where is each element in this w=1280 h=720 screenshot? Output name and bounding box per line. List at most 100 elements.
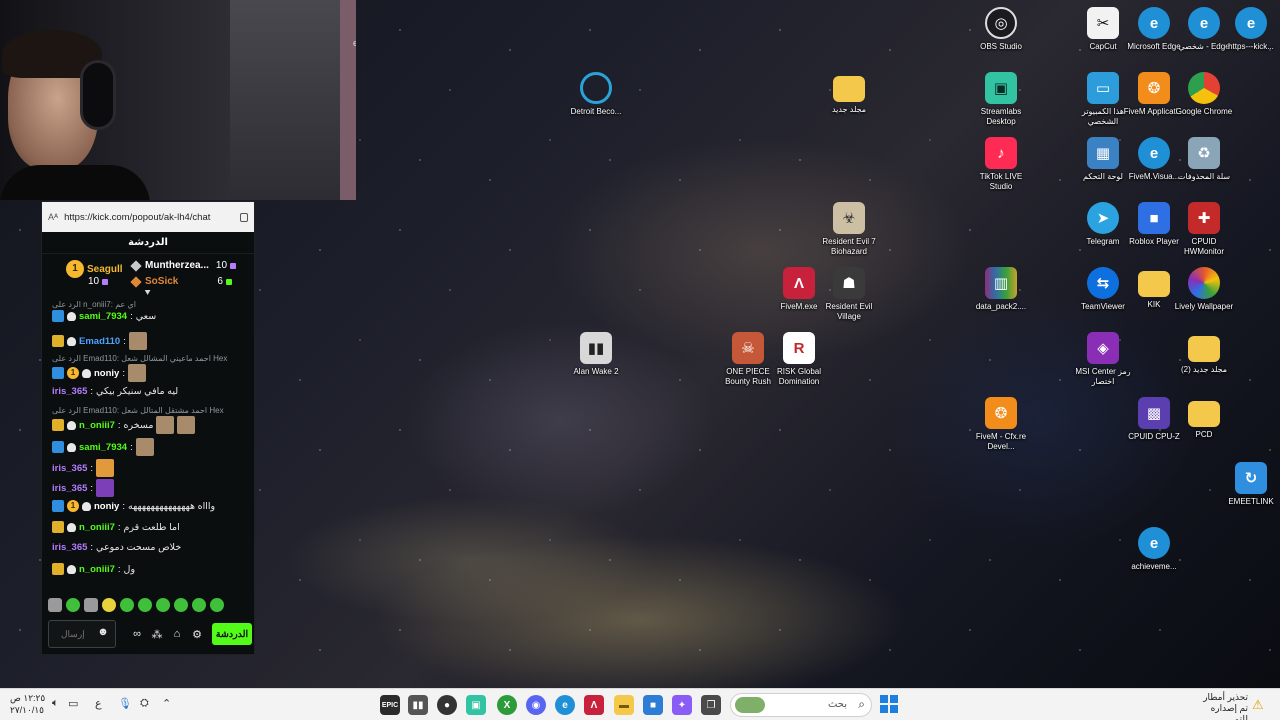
chat-message[interactable]: Emad110: xyxy=(52,332,248,350)
chat-message[interactable]: sami_7934: xyxy=(52,438,248,456)
reader-mode-icon[interactable]: Aᴬ xyxy=(48,212,58,222)
desktop-icon-new-folder[interactable]: مجلد جديد xyxy=(816,72,882,115)
task-view-icon[interactable]: ❐ xyxy=(701,695,721,715)
emote-button[interactable] xyxy=(66,598,80,612)
chat-message[interactable]: sami_7934: سعي xyxy=(52,310,248,322)
desktop-icon-emeetlink[interactable]: ↻ EMEETLINK xyxy=(1221,462,1280,507)
desktop-icon-hwmonitor[interactable]: ✚ CPUID HWMonitor xyxy=(1171,202,1237,257)
store-icon[interactable]: ⌂ xyxy=(170,628,184,640)
weather-title: تحذير أمطار xyxy=(1203,692,1248,702)
emote-button[interactable] xyxy=(120,598,134,612)
emote-button[interactable] xyxy=(48,598,62,612)
desktop-icon-alan-wake[interactable]: ▮▮ Alan Wake 2 xyxy=(563,332,629,377)
emote-button[interactable] xyxy=(138,598,152,612)
discord-icon[interactable]: ◉ xyxy=(526,695,546,715)
app-tray-icon[interactable]: ⛭ xyxy=(140,697,149,710)
taskbar: ١٢:٢٥ ص ٢٧/١٠/١٥ 🔈︎ ▭ ع 🎙︎ ⛭ ⌃ EPIC ▮▮ ●… xyxy=(0,688,1280,720)
lock-icon[interactable] xyxy=(240,212,248,222)
desktop-icon-data-pack[interactable]: ▥ data_pack2.... xyxy=(968,267,1034,312)
warning-icon[interactable]: ⚠ xyxy=(1252,697,1264,713)
chat-username[interactable]: Emad110 xyxy=(79,336,120,347)
alanwake-icon: ▮▮ xyxy=(580,332,612,364)
desktop-icon-tiktok[interactable]: ♪ TikTok LIVE Studio xyxy=(968,137,1034,192)
skull-badge-icon xyxy=(67,311,76,321)
microphone-icon[interactable]: 🎙︎ xyxy=(118,697,132,710)
chat-username[interactable]: iris_365 xyxy=(52,386,87,397)
fivem-taskbar-icon[interactable]: Λ xyxy=(584,695,604,715)
emote-button[interactable] xyxy=(210,598,224,612)
desktop-icon-detroit[interactable]: Detroit Beco... xyxy=(563,72,629,117)
taskbar-clock[interactable]: ١٢:٢٥ ص ٢٧/١٠/١٥ xyxy=(10,692,45,716)
chat-username[interactable]: sami_7934 xyxy=(79,442,127,453)
chat-username[interactable]: sami_7934 xyxy=(79,311,127,322)
settings-gear-icon[interactable]: ⚙ xyxy=(190,628,204,641)
emote-button[interactable] xyxy=(156,598,170,612)
desktop-icon-re7[interactable]: ☣ Resident Evil 7 Biohazard xyxy=(816,202,882,257)
input-language[interactable]: ع xyxy=(95,697,102,710)
chat-username[interactable]: n_oniii7 xyxy=(79,420,115,431)
emote-button[interactable] xyxy=(102,598,116,612)
url-text[interactable]: https://kick.com/popout/ak-lh4/chat xyxy=(64,212,234,223)
epic-games-icon[interactable]: EPIC xyxy=(380,695,400,715)
desktop-icon-new-folder-2[interactable]: مجلد جديد (2) xyxy=(1171,332,1237,375)
chat-username[interactable]: n_oniii7 xyxy=(79,522,115,533)
desktop-icon-fivem-cfx[interactable]: ❂ FiveM - Cfx.re Devel... xyxy=(968,397,1034,452)
leaderboard-third[interactable]: SoSick 6 xyxy=(130,275,232,288)
chat-text: ليه مافي سنيكر بيكي xyxy=(96,386,179,397)
desktop-icon-chrome[interactable]: Google Chrome xyxy=(1171,72,1237,117)
leaderboard-second[interactable]: Muntherzea... 10 xyxy=(130,259,237,272)
chat-message[interactable]: n_oniii7: ول xyxy=(52,563,248,575)
chat-message[interactable]: n_oniii7: اما طلعت قرم xyxy=(52,521,248,533)
chat-username[interactable]: n_oniii7 xyxy=(79,564,115,575)
emoji-icon[interactable]: ☻ xyxy=(96,626,110,638)
chat-message[interactable]: iris_365: ليه مافي سنيكر بيكي xyxy=(52,386,248,397)
emote-image xyxy=(96,459,115,477)
emote-button[interactable] xyxy=(192,598,206,612)
copilot-icon[interactable]: ✦ xyxy=(672,695,692,715)
emote-button[interactable] xyxy=(84,598,98,612)
desktop-icon-risk[interactable]: R RISK Global Domination xyxy=(766,332,832,387)
risk-icon: R xyxy=(783,332,815,364)
chat-username[interactable]: noniy xyxy=(94,501,119,512)
chat-username[interactable]: iris_365 xyxy=(52,483,87,494)
chevron-up-icon[interactable]: ⌃ xyxy=(162,697,171,710)
send-chat-button[interactable]: الدردشة xyxy=(212,623,252,645)
desktop-icon-achievements[interactable]: e achieveme... xyxy=(1121,527,1187,572)
desktop-icon-kick-link[interactable]: e https---kick... xyxy=(1221,7,1280,52)
desktop-icon-msi-center[interactable]: ◈ MSI Center رمز اختصار xyxy=(1070,332,1136,387)
store-icon[interactable]: ■ xyxy=(643,695,663,715)
weather-widget[interactable]: تحذير أمطار تم إصداره للتو xyxy=(1200,692,1248,720)
re7-icon: ☣ xyxy=(833,202,865,234)
emote-button[interactable] xyxy=(174,598,188,612)
chat-message[interactable]: 1 noniy: واااه ههههههههههههههه xyxy=(52,500,248,512)
chat-message[interactable]: n_oniii7: مسخره xyxy=(52,416,248,434)
desktop-icon-streamlabs[interactable]: ▣ Streamlabs Desktop xyxy=(968,72,1034,127)
obs-taskbar-icon[interactable]: ● xyxy=(437,695,457,715)
chat-message[interactable]: iris_365: xyxy=(52,459,248,477)
desktop-icon-lively[interactable]: Lively Wallpaper xyxy=(1171,267,1237,312)
streamlabs-taskbar-icon[interactable]: ▣ xyxy=(466,695,486,715)
chat-username[interactable]: iris_365 xyxy=(52,463,87,474)
start-button[interactable] xyxy=(880,695,898,713)
edge-taskbar-icon[interactable]: e xyxy=(555,695,575,715)
network-icon[interactable]: ▭ xyxy=(68,697,78,710)
chat-messages[interactable]: الرد على n_oniii7: اي عم sami_7934: سعي … xyxy=(42,294,254,584)
desktop-icon-recycle-bin[interactable]: ♻ سلة المحذوفات xyxy=(1171,137,1237,182)
chat-username[interactable]: iris_365 xyxy=(52,542,87,553)
alan-wake-taskbar-icon[interactable]: ▮▮ xyxy=(408,695,428,715)
sub-badge-icon xyxy=(52,367,64,379)
file-explorer-icon[interactable]: ▬ xyxy=(614,695,634,715)
volume-icon[interactable]: 🔈︎ xyxy=(52,697,59,710)
chat-message[interactable]: iris_365: xyxy=(52,479,248,497)
taskbar-search[interactable]: بحث ⌕ xyxy=(730,693,872,717)
xbox-icon[interactable]: X xyxy=(497,695,517,715)
desktop-icon-re-village[interactable]: ☗ Resident Evil Village xyxy=(816,267,882,322)
infinity-icon[interactable]: ∞ xyxy=(130,628,144,640)
browser-url-bar[interactable]: Aᴬ https://kick.com/popout/ak-lh4/chat xyxy=(42,202,254,232)
desktop-icon-pcd[interactable]: PCD xyxy=(1171,397,1237,440)
chat-username[interactable]: noniy xyxy=(94,368,119,379)
chat-message[interactable]: iris_365: خلاص مسحت دموعي xyxy=(52,542,248,553)
chat-message[interactable]: 1 noniy: xyxy=(52,364,248,382)
desktop-icon-obs[interactable]: ◎ OBS Studio xyxy=(968,7,1034,52)
kick-points-icon[interactable]: ⁂ xyxy=(150,628,164,641)
